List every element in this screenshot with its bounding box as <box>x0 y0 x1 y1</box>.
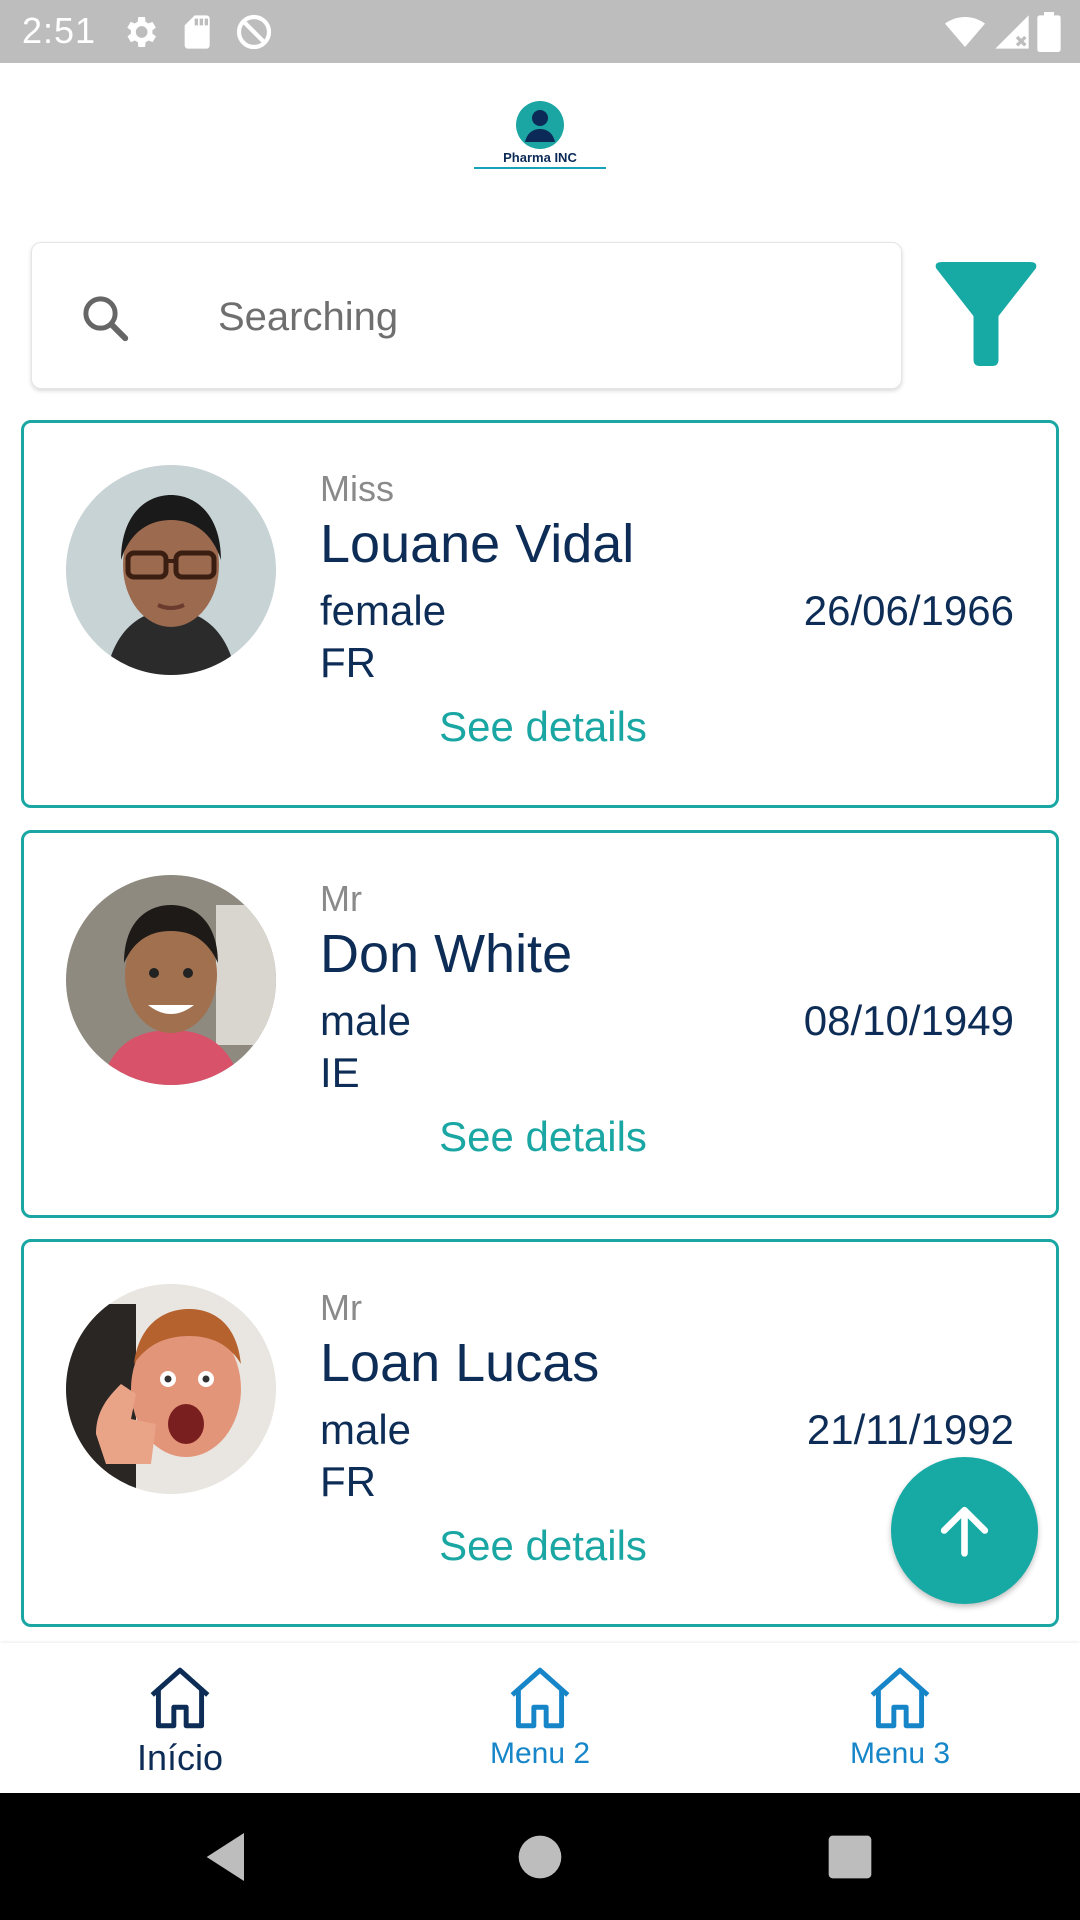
logo-text: Pharma INC <box>503 150 577 165</box>
patient-gender: male <box>320 1406 412 1453</box>
doctor-logo-icon <box>516 101 564 149</box>
settings-icon <box>127 17 156 47</box>
patient-gender: male <box>320 997 412 1044</box>
arrow-up-icon <box>940 1506 989 1557</box>
avatar <box>66 875 276 1085</box>
patient-birthdate: 08/10/1949 <box>803 997 1014 1044</box>
bottom-navigation: Início Menu 2 Menu 3 <box>0 1643 1080 1793</box>
avatar-photo <box>66 465 276 675</box>
search-bar[interactable] <box>31 242 902 389</box>
patient-name: Don White <box>320 924 573 984</box>
patient-birthdate: 26/06/1966 <box>803 587 1014 634</box>
patient-name: Louane Vidal <box>320 514 635 574</box>
patient-country: FR <box>320 639 376 686</box>
system-navigation-bar <box>0 1793 1080 1920</box>
patient-name: Loan Lucas <box>320 1333 600 1393</box>
recents-icon[interactable] <box>818 1825 882 1889</box>
patient-card: Miss Louane Vidal female FR 26/06/1966 S… <box>21 420 1059 808</box>
nav-label: Menu 2 <box>489 1737 591 1770</box>
avatar <box>66 465 276 675</box>
see-details-link[interactable]: See details <box>24 1113 1062 1161</box>
patient-country: FR <box>320 1458 376 1505</box>
sync-blocked-icon <box>236 14 272 50</box>
patient-gender: female <box>320 587 447 634</box>
status-bar: 2:51 <box>0 0 1080 63</box>
nav-item-inicio[interactable]: Início <box>80 1661 280 1781</box>
home-button-icon[interactable] <box>508 1825 572 1889</box>
home-icon <box>510 1667 570 1729</box>
nav-item-menu-3[interactable]: Menu 3 <box>800 1661 1000 1781</box>
search-input[interactable] <box>218 283 868 351</box>
filter-icon[interactable] <box>934 262 1038 366</box>
patient-birthdate: 21/11/1992 <box>806 1406 1014 1453</box>
avatar-photo <box>66 875 276 1085</box>
battery-icon <box>1037 12 1061 52</box>
status-time: 2:51 <box>22 10 97 51</box>
logo-underline <box>474 167 606 169</box>
signal-icon <box>995 15 1029 49</box>
app-logo: Pharma INC <box>470 100 610 180</box>
patient-card: Mr Don White male IE 08/10/1949 See deta… <box>21 830 1059 1218</box>
home-icon <box>870 1667 930 1729</box>
avatar <box>66 1284 276 1494</box>
patient-title: Miss <box>320 468 394 509</box>
see-details-link[interactable]: See details <box>24 703 1062 751</box>
avatar-photo <box>66 1284 276 1494</box>
wifi-icon <box>945 17 985 47</box>
patient-country: IE <box>320 1049 360 1096</box>
patient-title: Mr <box>320 1287 362 1328</box>
search-icon <box>83 296 129 342</box>
nav-item-menu-2[interactable]: Menu 2 <box>440 1661 640 1781</box>
nav-label: Menu 3 <box>849 1737 951 1770</box>
back-icon[interactable] <box>196 1825 260 1889</box>
nav-label: Início <box>136 1737 224 1778</box>
home-icon <box>150 1667 210 1729</box>
scroll-to-top-button[interactable] <box>891 1457 1038 1604</box>
patient-title: Mr <box>320 878 362 919</box>
sd-card-icon <box>184 15 210 49</box>
